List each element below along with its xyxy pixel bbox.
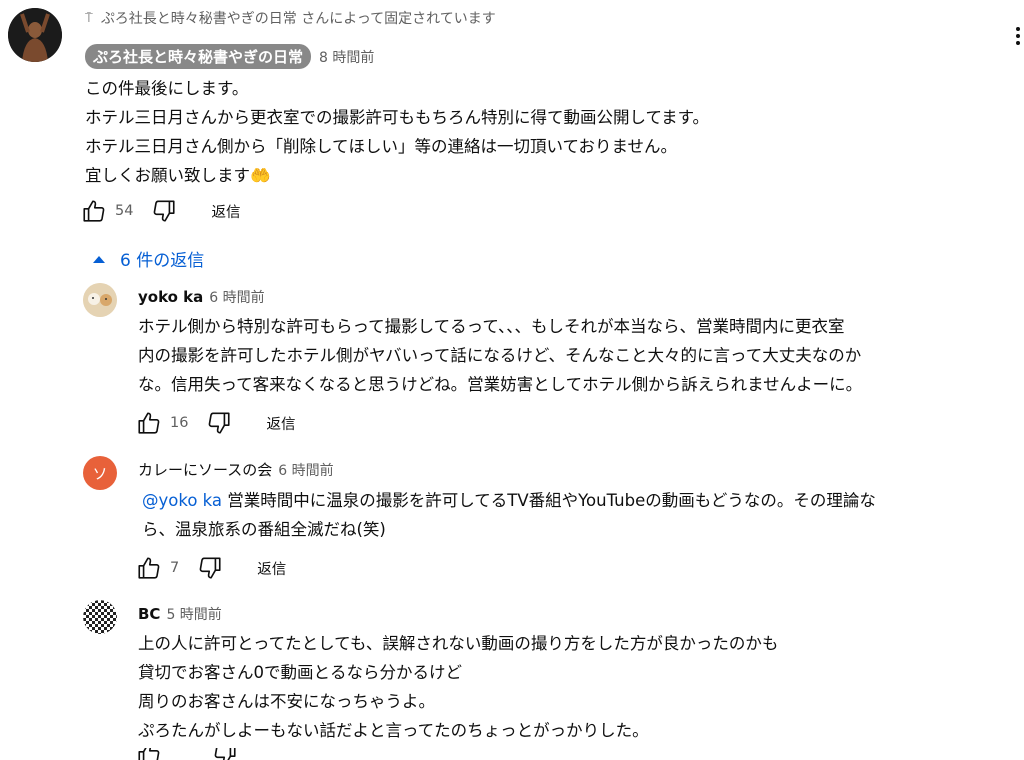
- like-icon[interactable]: [136, 410, 162, 436]
- pin-icon: ⍑: [85, 10, 93, 26]
- dislike-icon[interactable]: [212, 748, 238, 760]
- comment-line: ホテル側から特別な許可もらって撮影してるって、、、もしそれが本当なら、営業時間内…: [138, 317, 845, 336]
- comment-line: @yoko ka 営業時間中に温泉の撮影を許可してるTV番組やYouTubeの動…: [142, 486, 876, 515]
- reply-author[interactable]: BC: [138, 605, 160, 623]
- comment-text: 営業時間中に温泉の撮影を許可してるTV番組やYouTubeの動画もどうなの。その…: [222, 491, 876, 510]
- comment-line: ホテル三日月さんから更衣室での撮影許可ももちろん特別に得て動画公開してます。: [85, 108, 710, 127]
- dog-avatar-icon: [83, 283, 117, 317]
- person-avatar-icon: [8, 8, 62, 62]
- reply-body: 上の人に許可とってたとしても、誤解されない動画の撮り方をした方が良かったのかも …: [138, 629, 778, 745]
- main-comment-author-chip[interactable]: ぷろ社長と時々秘書やぎの日常: [85, 44, 312, 69]
- reply-actions: [136, 748, 238, 760]
- comment-line: 上の人に許可とってたとしても、誤解されない動画の撮り方をした方が良かったのかも: [138, 634, 779, 653]
- replies-toggle-label: 6 件の返信: [120, 251, 205, 271]
- dislike-icon[interactable]: [206, 410, 232, 436]
- main-comment-body: この件最後にします。 ホテル三日月さんから更衣室での撮影許可ももちろん特別に得て…: [85, 74, 709, 190]
- mention-link[interactable]: @yoko ka: [142, 491, 222, 510]
- dislike-icon[interactable]: [151, 198, 177, 224]
- comment-line: この件最後にします。: [85, 79, 249, 98]
- comment-line: ホテル三日月さん側から「削除してほしい」等の連絡は一切頂いておりません。: [85, 137, 678, 156]
- reply-time[interactable]: 5 時間前: [166, 604, 221, 624]
- reply-time[interactable]: 6 時間前: [278, 460, 333, 480]
- reply-header: BC 5 時間前: [138, 604, 222, 624]
- comment-line: 宜しくお願い致します🤲: [85, 166, 271, 185]
- reply-actions: 7 返信: [136, 555, 286, 581]
- avatar-letter: ソ: [92, 464, 108, 483]
- comment-line: ぷろたんがしよーもない話だよと言ってたのちょっとがっかりした。: [138, 721, 649, 740]
- main-comment-time[interactable]: 8 時間前: [319, 47, 374, 67]
- main-comment-header: ぷろ社長と時々秘書やぎの日常 8 時間前: [85, 44, 374, 69]
- reply-avatar[interactable]: [83, 283, 117, 317]
- like-count: 54: [115, 203, 134, 219]
- main-comment-actions: 54 返信: [81, 198, 240, 224]
- reply-header: カレーにソースの会 6 時間前: [138, 459, 334, 480]
- main-comment-avatar[interactable]: [8, 8, 62, 62]
- reply-avatar[interactable]: [83, 600, 117, 634]
- more-actions-menu-icon[interactable]: [1010, 24, 1024, 54]
- comment-line: 内の撮影を許可したホテル側がヤバいって話になるけど、そんなこと大々的に言って大丈…: [138, 346, 862, 365]
- like-icon[interactable]: [136, 748, 162, 760]
- reply-author[interactable]: yoko ka: [138, 288, 203, 306]
- comment-line: ら、温泉旅系の番組全滅だね(笑): [142, 520, 386, 539]
- reply-button[interactable]: 返信: [257, 558, 286, 579]
- comment-line: 貸切でお客さん0で動画とるなら分かるけど: [138, 663, 462, 682]
- reply-author[interactable]: カレーにソースの会: [138, 459, 272, 480]
- pinned-text: ぷろ社長と時々秘書やぎの日常 さんによって固定されています: [100, 11, 496, 27]
- like-count: 7: [170, 560, 180, 576]
- reply-time[interactable]: 6 時間前: [209, 287, 264, 307]
- like-icon[interactable]: [136, 555, 162, 581]
- reply-body: ホテル側から特別な許可もらって撮影してるって、、、もしそれが本当なら、営業時間内…: [138, 312, 862, 399]
- reply-body: @yoko ka 営業時間中に温泉の撮影を許可してるTV番組やYouTubeの動…: [142, 486, 876, 544]
- reply-actions: 16 返信: [136, 410, 295, 436]
- checker-avatar-icon: [83, 600, 117, 634]
- comment-line: 周りのお客さんは不安になっちゃうよ。: [138, 692, 435, 711]
- reply-button[interactable]: 返信: [211, 201, 240, 222]
- reply-button[interactable]: 返信: [266, 413, 295, 434]
- replies-toggle-button[interactable]: 6 件の返信: [92, 246, 204, 271]
- reply-header: yoko ka 6 時間前: [138, 287, 265, 307]
- dislike-icon[interactable]: [197, 555, 223, 581]
- pinned-indicator: ⍑ ぷろ社長と時々秘書やぎの日常 さんによって固定されています: [85, 8, 496, 28]
- comment-line: な。信用失って客来なくなると思うけどね。営業妨害としてホテル側から訴えられません…: [138, 375, 863, 394]
- like-count: 16: [170, 415, 189, 431]
- reply-avatar[interactable]: ソ: [83, 456, 117, 490]
- caret-up-icon: [93, 255, 105, 263]
- like-icon[interactable]: [81, 198, 107, 224]
